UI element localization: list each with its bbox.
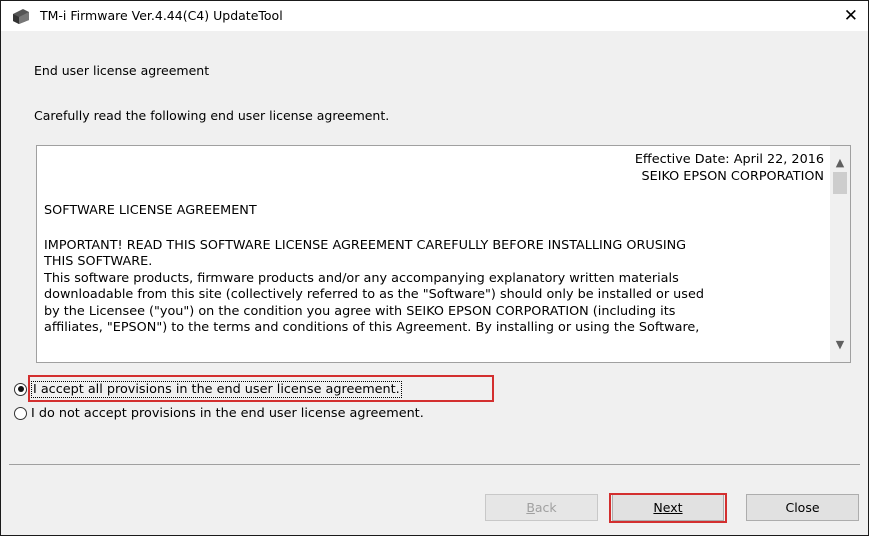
- close-button[interactable]: Close: [746, 494, 859, 521]
- accept-label[interactable]: I accept all provisions in the end user …: [31, 380, 402, 398]
- back-button[interactable]: Back: [485, 494, 598, 521]
- footer-divider: [9, 464, 860, 465]
- page-heading: End user license agreement: [34, 63, 210, 78]
- license-text-box[interactable]: Effective Date: April 22, 2016 SEIKO EPS…: [36, 145, 851, 363]
- update-tool-window: TM-i Firmware Ver.4.44(C4) UpdateTool ✕ …: [0, 0, 869, 536]
- back-label: ack: [534, 500, 557, 515]
- close-window-icon[interactable]: ✕: [844, 4, 858, 28]
- scroll-down-icon[interactable]: ▼: [830, 338, 850, 351]
- license-body-line-4: affiliates, "EPSON") to the terms and co…: [44, 320, 700, 335]
- app-icon: [11, 8, 31, 25]
- license-important-line-1: IMPORTANT! READ THIS SOFTWARE LICENSE AG…: [44, 237, 687, 253]
- decline-option[interactable]: I do not accept provisions in the end us…: [14, 402, 424, 424]
- license-scrollbar[interactable]: ▲ ▼: [830, 146, 850, 362]
- license-title: SOFTWARE LICENSE AGREEMENT: [44, 203, 257, 218]
- next-highlight-box: [609, 493, 727, 523]
- back-mnemonic: B: [526, 500, 535, 515]
- effective-date: Effective Date: April 22, 2016: [634, 152, 824, 167]
- scroll-thumb[interactable]: [833, 172, 847, 194]
- company-name: SEIKO EPSON CORPORATION: [641, 168, 824, 184]
- scroll-up-icon[interactable]: ▲: [830, 156, 850, 169]
- license-body-line-1: This software products, firmware product…: [44, 270, 679, 286]
- license-body-line-3: by the Licensee ("you") on the condition…: [44, 303, 676, 319]
- accept-option[interactable]: I accept all provisions in the end user …: [14, 378, 402, 400]
- license-important-line-2: THIS SOFTWARE.: [44, 254, 153, 269]
- license-body-line-2: downloadable from this site (collectivel…: [44, 287, 704, 302]
- window-title: TM-i Firmware Ver.4.44(C4) UpdateTool: [40, 8, 283, 23]
- page-instructions: Carefully read the following end user li…: [34, 108, 390, 123]
- license-text: Effective Date: April 22, 2016 SEIKO EPS…: [44, 152, 824, 337]
- decline-label[interactable]: I do not accept provisions in the end us…: [31, 406, 424, 421]
- accept-radio[interactable]: [14, 382, 27, 396]
- decline-radio[interactable]: [14, 406, 27, 420]
- title-bar: TM-i Firmware Ver.4.44(C4) UpdateTool ✕: [1, 1, 868, 31]
